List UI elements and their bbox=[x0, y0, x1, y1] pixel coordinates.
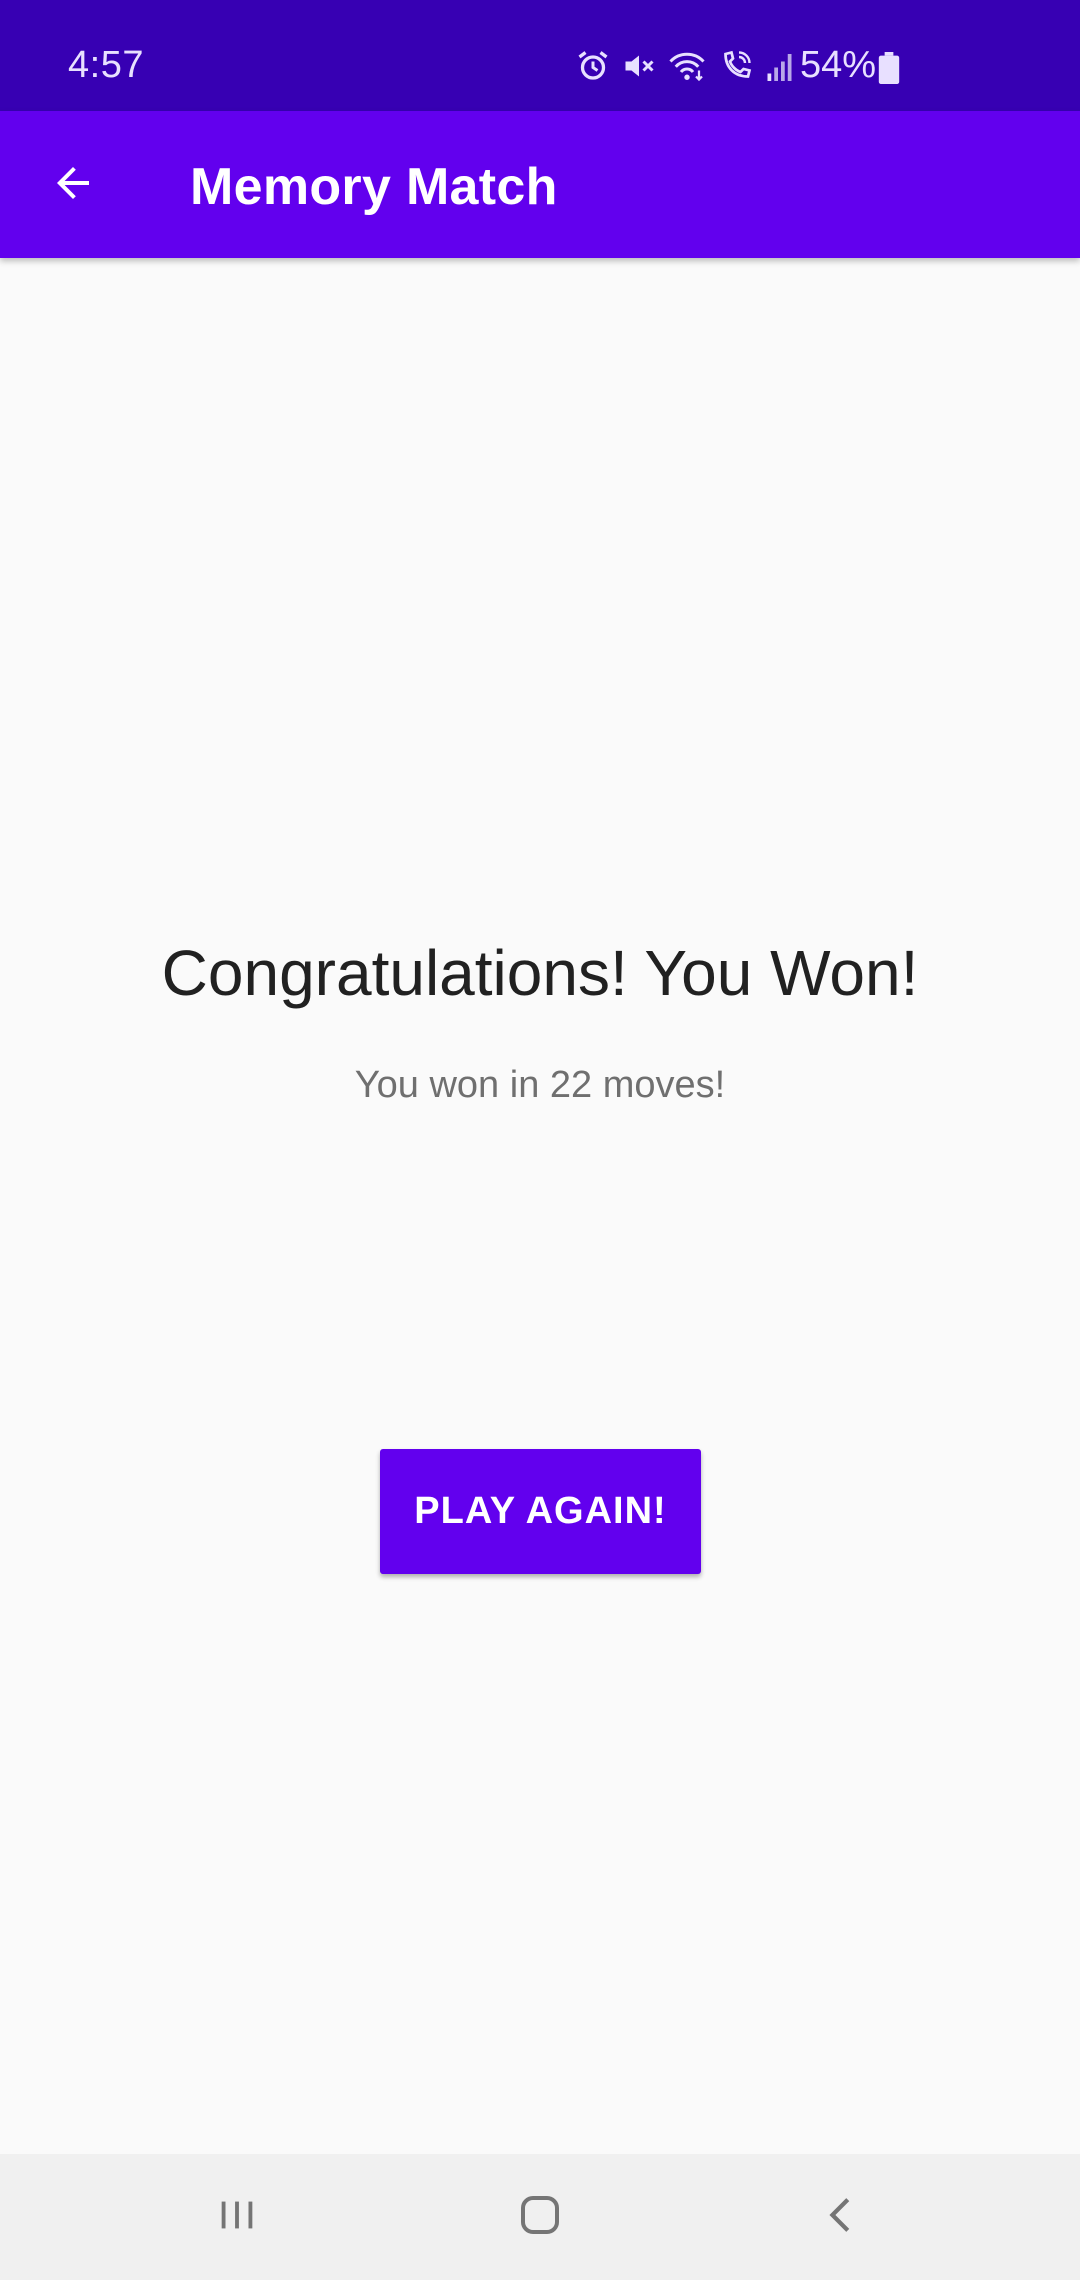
alarm-icon bbox=[575, 48, 611, 84]
recents-button[interactable] bbox=[137, 2154, 337, 2280]
home-icon bbox=[516, 2191, 564, 2244]
arrow-back-icon bbox=[49, 159, 97, 212]
status-bar: 4:57 54% bbox=[0, 0, 1080, 111]
screen: 4:57 54% Memory Match Congratulations! Y… bbox=[0, 0, 1080, 2280]
status-time: 4:57 bbox=[68, 44, 144, 86]
wifi-icon bbox=[667, 48, 707, 84]
back-icon bbox=[819, 2192, 865, 2243]
back-button[interactable] bbox=[36, 148, 110, 222]
system-nav-bar bbox=[0, 2154, 1080, 2280]
nav-back-button[interactable] bbox=[742, 2154, 942, 2280]
recents-icon bbox=[214, 2192, 260, 2243]
moves-summary: You won in 22 moves! bbox=[354, 1064, 726, 1106]
home-button[interactable] bbox=[440, 2154, 640, 2280]
signal-icon bbox=[765, 48, 797, 84]
win-headline: Congratulations! You Won! bbox=[161, 937, 919, 1009]
mute-icon bbox=[621, 48, 657, 84]
app-title: Memory Match bbox=[190, 158, 558, 216]
play-again-button[interactable]: PLAY AGAIN! bbox=[380, 1449, 701, 1574]
wifi-calling-icon bbox=[717, 48, 755, 84]
battery-percentage: 54% bbox=[800, 44, 877, 86]
battery-icon bbox=[878, 52, 900, 89]
status-icons bbox=[575, 46, 797, 86]
app-bar: Memory Match bbox=[0, 111, 1080, 258]
